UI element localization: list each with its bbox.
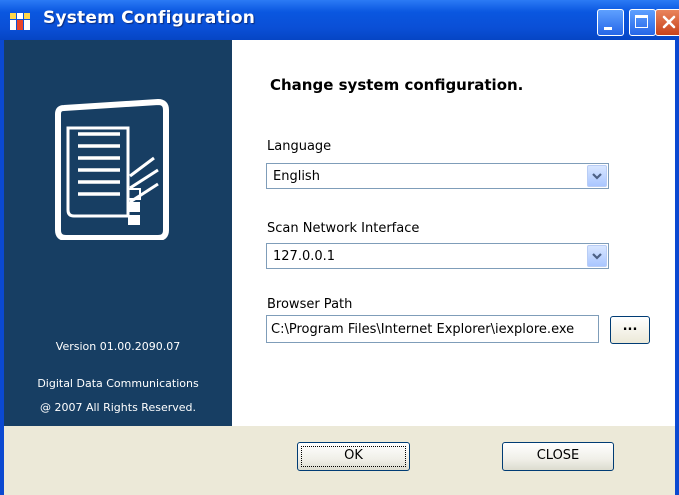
- browser-path-input[interactable]: C:\Program Files\Internet Explorer\iexpl…: [266, 315, 599, 343]
- scan-interface-select[interactable]: 127.0.0.1: [266, 243, 609, 269]
- close-icon: [662, 15, 676, 29]
- side-panel: Version 01.00.2090.07 Digital Data Commu…: [4, 40, 232, 426]
- close-button-label: CLOSE: [536, 448, 580, 463]
- company-name: Digital Data Communications: [37, 377, 199, 390]
- language-label: Language: [267, 139, 332, 154]
- server-storage-icon: [55, 98, 169, 240]
- title-bar[interactable]: System Configuration: [0, 0, 679, 40]
- version-text: Version 01.00.2090.07: [55, 340, 181, 353]
- copyright-text: @ 2007 All Rights Reserved.: [39, 401, 196, 414]
- browser-path-label: Browser Path: [267, 297, 353, 312]
- scan-interface-label: Scan Network Interface: [267, 221, 420, 236]
- maximize-button[interactable]: [629, 9, 656, 36]
- app-icon: [10, 13, 38, 30]
- maximize-icon: [635, 15, 648, 28]
- window-border-right: [675, 40, 679, 495]
- minimize-button[interactable]: [597, 9, 624, 36]
- ok-button[interactable]: OK: [297, 442, 410, 471]
- chevron-down-icon: [592, 173, 602, 180]
- scan-interface-value: 127.0.0.1: [273, 249, 336, 264]
- close-button[interactable]: CLOSE: [502, 442, 614, 471]
- browser-path-value: C:\Program Files\Internet Explorer\iexpl…: [271, 322, 575, 337]
- focus-rectangle: [301, 446, 406, 467]
- language-value: English: [273, 169, 320, 184]
- page-title: Change system configuration.: [270, 76, 524, 94]
- chevron-down-icon: [592, 253, 602, 260]
- window-title: System Configuration: [43, 8, 256, 28]
- close-window-button[interactable]: [655, 9, 679, 36]
- language-select[interactable]: English: [266, 163, 609, 189]
- browse-button[interactable]: ...: [610, 316, 650, 344]
- minimize-icon: [604, 27, 612, 30]
- language-dropdown-button[interactable]: [587, 165, 607, 187]
- scan-interface-dropdown-button[interactable]: [587, 245, 607, 267]
